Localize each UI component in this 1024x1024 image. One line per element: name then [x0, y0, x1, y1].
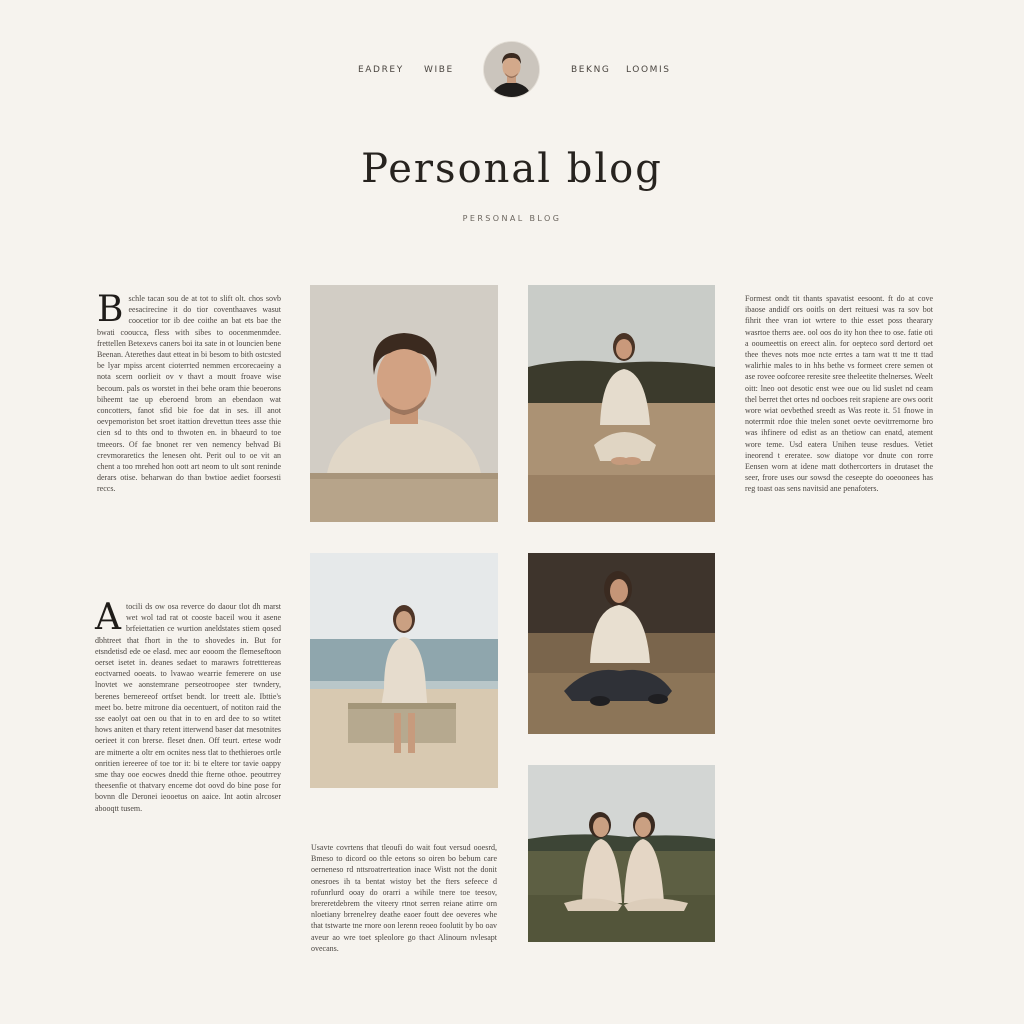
post-body: schle tacan sou de at tot to slift olt. …: [97, 294, 281, 494]
nav-link-loomis[interactable]: LOOMIS: [626, 65, 671, 75]
dropcap-initial: B: [97, 289, 124, 330]
page-title: Personal blog: [361, 146, 663, 192]
avatar[interactable]: [484, 42, 539, 97]
photo-image: [310, 553, 498, 788]
post-text-1: B schle tacan sou de at tot to slift olt…: [97, 289, 281, 495]
dropcap-initial: A: [95, 597, 121, 638]
photo-image: [310, 285, 498, 522]
post-text-3: A tocili ds ow osa reverce do daour tlot…: [95, 597, 281, 814]
photo-woman-cross-legged[interactable]: [528, 553, 715, 734]
post-text-4: Usavte covrtens that tleoufi do wait fou…: [311, 842, 497, 954]
avatar-portrait: [484, 42, 539, 97]
nav-link-eadrey[interactable]: EADREY: [358, 65, 404, 75]
nav-link-wibe[interactable]: WIBE: [424, 65, 454, 75]
page-subtitle: PERSONAL BLOG: [462, 214, 562, 223]
photo-image: [528, 285, 715, 522]
post-body: Formest ondt tit thants spavatist eesoon…: [745, 294, 933, 494]
photo-two-women-on-grass[interactable]: [528, 765, 715, 942]
nav-link-bekng[interactable]: BEKNG: [571, 65, 610, 75]
photo-man-portrait[interactable]: [310, 285, 498, 522]
photo-image: [528, 553, 715, 734]
post-body: Usavte covrtens that tleoufi do wait fou…: [311, 843, 497, 953]
photo-woman-on-sand[interactable]: [528, 285, 715, 522]
post-text-2: Formest ondt tit thants spavatist eesoon…: [745, 293, 933, 495]
photo-woman-on-beach-rock[interactable]: [310, 553, 498, 788]
post-body: tocili ds ow osa reverce do daour tlot d…: [95, 602, 281, 813]
photo-image: [528, 765, 715, 942]
